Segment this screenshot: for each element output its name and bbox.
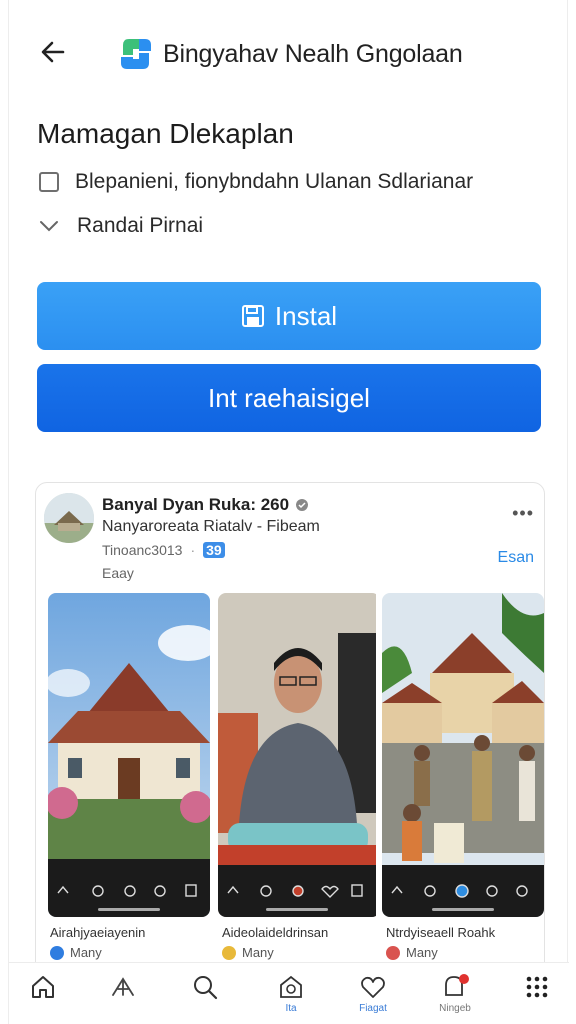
- app-screen: Bingyahav Nealh Gngolaan Mamagan Dlekapl…: [8, 0, 569, 1024]
- checkbox[interactable]: [39, 172, 59, 192]
- back-button[interactable]: [35, 34, 71, 70]
- chevron-down-icon: [37, 214, 61, 238]
- section-title: Mamagan Dlekaplan: [37, 118, 294, 149]
- home-icon: [32, 976, 54, 998]
- app-logo-icon: [117, 35, 155, 73]
- nav-favorites[interactable]: Fiagat: [343, 973, 403, 1015]
- top-app-bar: Bingyahav Nealh Gngolaan: [9, 18, 569, 88]
- follow-link[interactable]: Esan: [498, 549, 534, 567]
- post-author-name[interactable]: Banyal Dyan Ruka: 260: [102, 495, 309, 515]
- bottom-navigation: Ita Fiagat Ningeb: [9, 962, 569, 1024]
- author-icon: [222, 945, 236, 960]
- avatar[interactable]: [44, 493, 94, 543]
- media-thumbnail[interactable]: [382, 593, 544, 917]
- thumbnail-caption: Ntrdyiseaell Roahk: [386, 925, 496, 940]
- media-thumbnail[interactable]: [48, 593, 210, 917]
- post-meta: Tinoanc3013 · 39: [102, 542, 225, 558]
- thumbnail-caption: Airahjyaeiayenin: [50, 925, 146, 940]
- post-meta-secondary: Eaay: [102, 565, 134, 581]
- nav-notifications[interactable]: Ningeb: [425, 973, 485, 1015]
- heart-icon: [361, 976, 385, 998]
- count-badge: 39: [203, 542, 225, 558]
- install-button[interactable]: Instal: [37, 282, 541, 350]
- app-title: Bingyahav Nealh Gngolaan: [163, 40, 463, 68]
- arrow-left-icon: [41, 41, 65, 63]
- upload-icon: [280, 975, 302, 998]
- option-label: Randai Pirnai: [77, 214, 204, 237]
- thumbnail-author: Many: [222, 945, 274, 960]
- post-subtitle: Nanyaroreata Riatalv - Fibeam: [102, 518, 320, 535]
- thumbnail-caption: Aideolaideldrinsan: [222, 925, 329, 940]
- notification-icon: [445, 974, 469, 996]
- author-icon: [386, 945, 400, 960]
- author-icon: [50, 945, 64, 960]
- option-checkbox-row[interactable]: Blepanieni, fionybndahn Ulanan Sdlariana…: [37, 170, 473, 194]
- media-thumbnail[interactable]: [218, 593, 380, 917]
- share-icon: [112, 977, 134, 996]
- nav-share[interactable]: [93, 973, 153, 1015]
- thumbnail-author: Many: [50, 945, 102, 960]
- secondary-button[interactable]: Int raehaisigel: [37, 364, 541, 432]
- search-icon: [194, 976, 218, 1000]
- thumbnail-author: Many: [386, 945, 438, 960]
- verified-icon: [296, 499, 309, 511]
- nav-search[interactable]: [175, 973, 235, 1015]
- post-card[interactable]: Banyal Dyan Ruka: 260 Nanyaroreata Riata…: [35, 482, 545, 982]
- nav-upload[interactable]: Ita: [261, 973, 321, 1015]
- install-label: Instal: [274, 300, 338, 331]
- nav-more[interactable]: [507, 973, 567, 1015]
- option-label: Blepanieni, fionybndahn Ulanan Sdlariana…: [75, 170, 474, 193]
- save-icon: [241, 305, 264, 327]
- more-options-button[interactable]: •••: [512, 503, 534, 524]
- secondary-label: Int raehaisigel: [208, 382, 370, 413]
- nav-home[interactable]: [13, 973, 73, 1015]
- grid-icon: [526, 976, 548, 998]
- option-check-row[interactable]: Randai Pirnai: [37, 214, 203, 238]
